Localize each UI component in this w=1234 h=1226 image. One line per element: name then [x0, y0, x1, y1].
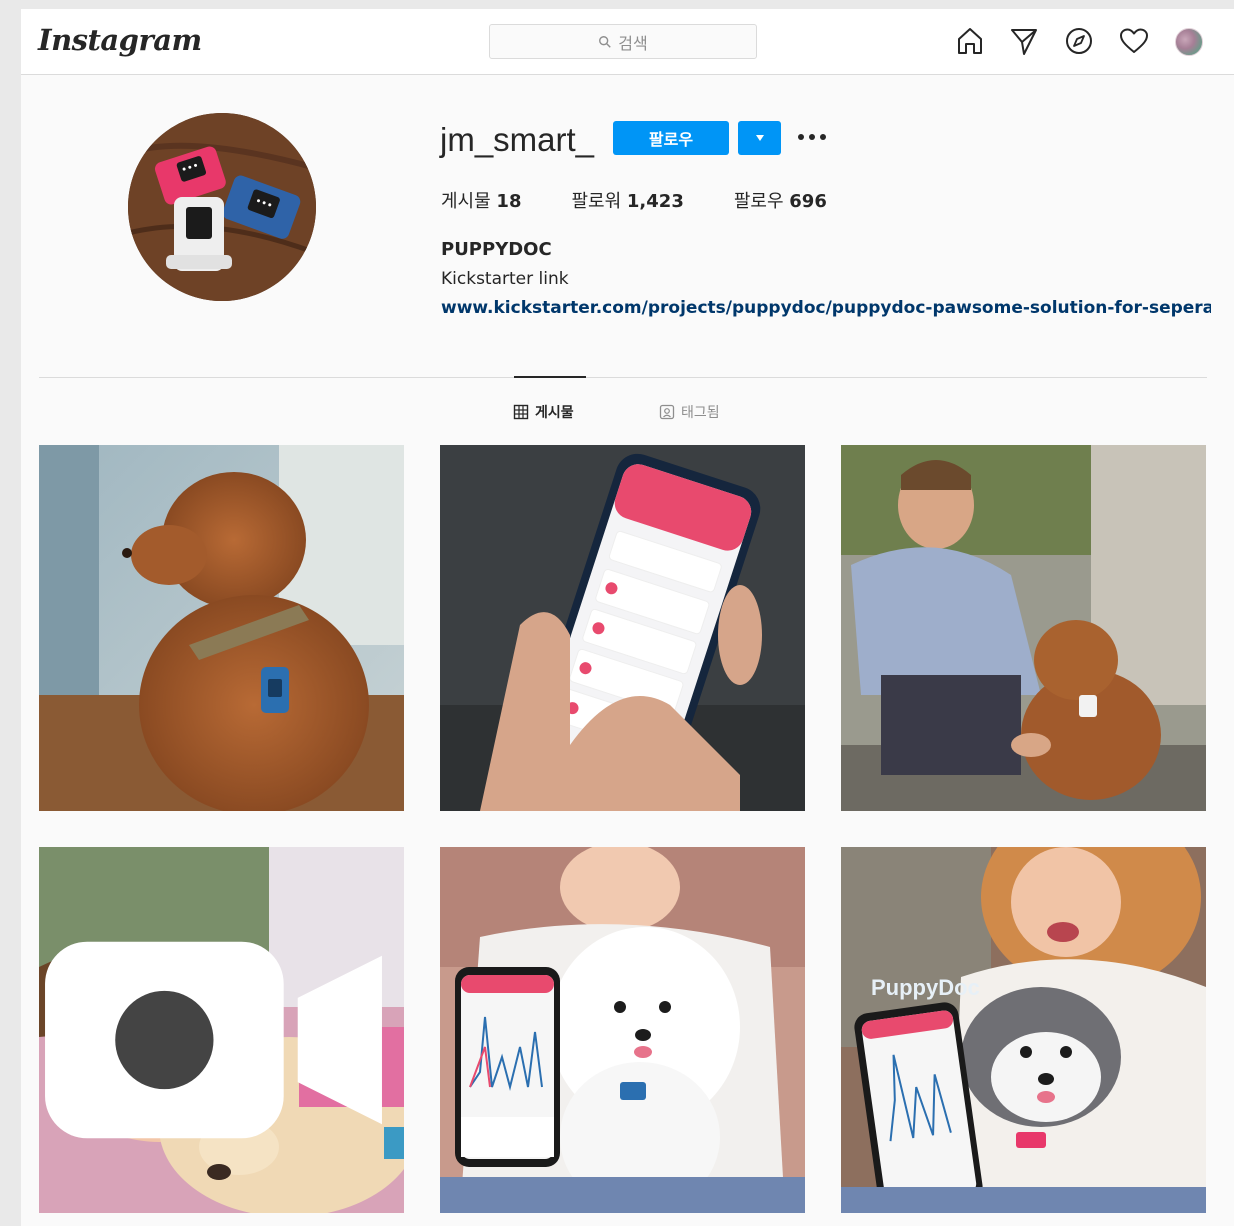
post-tile-5[interactable] — [440, 847, 805, 1213]
suggestions-dropdown-button[interactable] — [738, 121, 781, 155]
following-stat-value: 696 — [789, 191, 827, 212]
following-stat[interactable]: 팔로우 696 — [734, 187, 827, 213]
tab-tagged-label: 태그됨 — [681, 405, 720, 421]
following-stat-label: 팔로우 — [733, 191, 784, 212]
search-input[interactable]: 검색 — [489, 24, 757, 59]
post-image-woman-dog-phone: PuppyDoc — [841, 847, 1206, 1213]
posts-stat-label: 게시물 — [441, 191, 491, 212]
activity-heart-icon[interactable] — [1118, 25, 1150, 57]
profile-picture[interactable] — [128, 113, 316, 301]
followers-stat-label: 팔로워 — [571, 191, 622, 212]
profile-website-link[interactable]: www.kickstarter.com/projects/puppydoc/pu… — [441, 298, 1211, 318]
tab-tagged[interactable]: 태그됨 — [659, 402, 720, 422]
puppydoc-logo-text: PuppyDoc — [871, 975, 980, 1000]
tab-posts-label: 게시물 — [535, 405, 574, 421]
post-image-man-poodle — [841, 445, 1206, 811]
video-indicator-icon — [45, 941, 382, 1139]
tagged-user-icon — [659, 404, 675, 420]
instagram-window: Instagram 검색 jm_smart_ 팔로우 게시물 18 팔로워 1,… — [21, 9, 1234, 1226]
profile-bio: Kickstarter link — [441, 269, 569, 289]
tabs-divider — [39, 377, 1207, 378]
profile-username: jm_smart_ — [440, 121, 595, 158]
posts-count-stat: 게시물 18 — [441, 187, 521, 213]
instagram-logo[interactable]: Instagram — [38, 23, 202, 57]
post-image-poodle — [39, 445, 404, 811]
grid-icon — [513, 404, 529, 420]
post-tile-6[interactable]: PuppyDoc — [841, 847, 1206, 1213]
search-icon — [599, 35, 612, 48]
post-tile-3[interactable] — [841, 445, 1206, 811]
post-tile-4[interactable] — [39, 847, 404, 1213]
top-navigation-bar: Instagram 검색 — [21, 9, 1234, 75]
home-icon[interactable] — [954, 25, 986, 57]
ellipsis-icon — [798, 134, 826, 140]
post-tile-2[interactable] — [440, 445, 805, 811]
post-tile-1[interactable] — [39, 445, 404, 811]
direct-message-icon[interactable] — [1008, 25, 1040, 57]
profile-stats: 게시물 18 팔로워 1,423 팔로우 696 — [441, 187, 877, 213]
posts-stat-value: 18 — [496, 191, 522, 212]
profile-display-name: PUPPYDOC — [441, 239, 552, 260]
profile-avatar-icon[interactable] — [1175, 28, 1203, 56]
explore-icon[interactable] — [1063, 25, 1095, 57]
post-image-woman-bichon — [440, 847, 805, 1213]
follow-button[interactable]: 팔로우 — [613, 121, 729, 155]
active-tab-indicator — [514, 376, 586, 378]
followers-stat[interactable]: 팔로워 1,423 — [571, 187, 683, 213]
caret-down-icon — [755, 135, 764, 141]
search-placeholder: 검색 — [618, 33, 648, 53]
tab-posts[interactable]: 게시물 — [513, 402, 574, 422]
followers-stat-value: 1,423 — [626, 191, 684, 212]
nav-icon-group — [954, 25, 1234, 59]
more-options-button[interactable] — [796, 125, 828, 149]
post-image-phone-app — [440, 445, 805, 811]
